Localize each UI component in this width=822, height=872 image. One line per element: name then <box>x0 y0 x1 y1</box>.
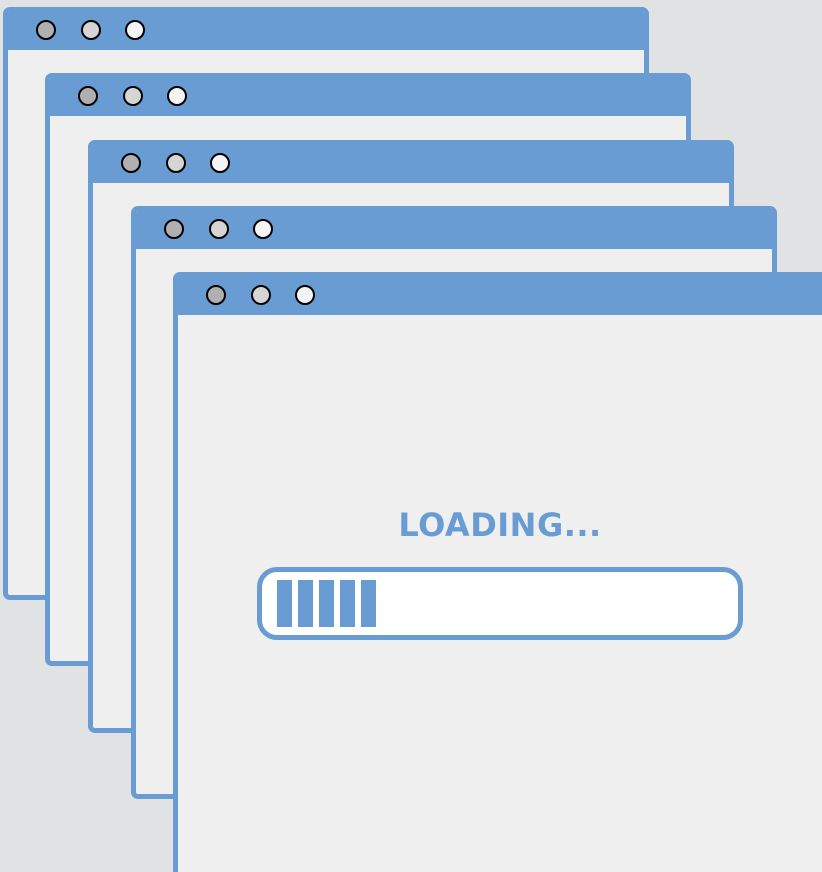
minimize-dot-icon[interactable] <box>81 20 101 40</box>
maximize-dot-icon[interactable] <box>125 20 145 40</box>
window-titlebar <box>136 211 772 249</box>
maximize-dot-icon[interactable] <box>253 219 273 239</box>
progress-segment <box>277 580 292 627</box>
progress-segment <box>298 580 313 627</box>
close-dot-icon[interactable] <box>206 285 226 305</box>
progress-bar <box>257 567 743 640</box>
close-dot-icon[interactable] <box>121 153 141 173</box>
close-dot-icon[interactable] <box>36 20 56 40</box>
maximize-dot-icon[interactable] <box>210 153 230 173</box>
minimize-dot-icon[interactable] <box>123 86 143 106</box>
close-dot-icon[interactable] <box>164 219 184 239</box>
window-titlebar <box>93 145 729 183</box>
window-titlebar <box>8 12 644 50</box>
progress-segment <box>319 580 334 627</box>
progress-segment <box>361 580 376 627</box>
minimize-dot-icon[interactable] <box>251 285 271 305</box>
maximize-dot-icon[interactable] <box>167 86 187 106</box>
window-titlebar <box>178 277 822 315</box>
browser-window-front: LOADING... <box>173 272 822 872</box>
window-titlebar <box>50 78 686 116</box>
loading-label: LOADING... <box>398 506 602 544</box>
maximize-dot-icon[interactable] <box>295 285 315 305</box>
progress-segment <box>340 580 355 627</box>
minimize-dot-icon[interactable] <box>166 153 186 173</box>
minimize-dot-icon[interactable] <box>209 219 229 239</box>
close-dot-icon[interactable] <box>78 86 98 106</box>
progress-fill <box>277 580 376 627</box>
